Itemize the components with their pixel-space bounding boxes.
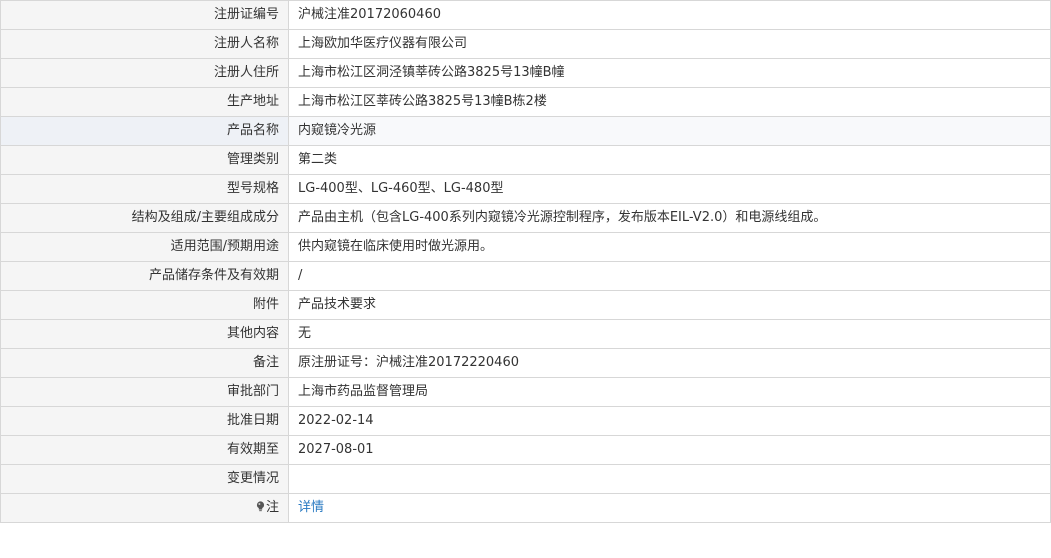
row-value-approval-date: 2022-02-14 (288, 406, 1051, 436)
row-value-registrant-name: 上海欧加华医疗仪器有限公司 (288, 29, 1051, 59)
table-row: 结构及组成/主要组成成分 产品由主机（包含LG-400系列内窥镜冷光源控制程序，… (0, 203, 1051, 233)
table-row: 注册证编号 沪械注准20172060460 (0, 0, 1051, 30)
table-row: 变更情况 (0, 464, 1051, 494)
row-value-valid-until: 2027-08-01 (288, 435, 1051, 465)
note-label: 注 (265, 500, 279, 515)
row-label-management-category: 管理类别 (0, 145, 289, 175)
table-row: 管理类别 第二类 (0, 145, 1051, 175)
row-label-production-address: 生产地址 (0, 87, 289, 117)
row-label-other-content: 其他内容 (0, 319, 289, 349)
table-row: 型号规格 LG-400型、LG-460型、LG-480型 (0, 174, 1051, 204)
row-label-storage-conditions: 产品储存条件及有效期 (0, 261, 289, 291)
table-row: 产品储存条件及有效期 / (0, 261, 1051, 291)
row-value-registrant-address: 上海市松江区洞泾镇莘砖公路3825号13幢B幢 (288, 58, 1051, 88)
row-label-approval-department: 审批部门 (0, 377, 289, 407)
table-row: 适用范围/预期用途 供内窥镜在临床使用时做光源用。 (0, 232, 1051, 262)
registration-detail-table: 注册证编号 沪械注准20172060460 注册人名称 上海欧加华医疗仪器有限公… (0, 0, 1051, 523)
row-value-structure-composition: 产品由主机（包含LG-400系列内窥镜冷光源控制程序，发布版本EIL-V2.0）… (288, 203, 1051, 233)
table-row-note: 注 详情 (0, 493, 1051, 523)
table-row: 注册人住所 上海市松江区洞泾镇莘砖公路3825号13幢B幢 (0, 58, 1051, 88)
row-label-note: 注 (0, 493, 289, 523)
row-label-structure-composition: 结构及组成/主要组成成分 (0, 203, 289, 233)
table-row: 有效期至 2027-08-01 (0, 435, 1051, 465)
row-value-change-history (288, 464, 1051, 494)
row-label-valid-until: 有效期至 (0, 435, 289, 465)
row-value-storage-conditions: / (288, 261, 1051, 291)
row-label-attachment: 附件 (0, 290, 289, 320)
row-value-remarks: 原注册证号：沪械注准20172220460 (288, 348, 1051, 378)
row-label-change-history: 变更情况 (0, 464, 289, 494)
table-row: 审批部门 上海市药品监督管理局 (0, 377, 1051, 407)
row-value-product-name: 内窥镜冷光源 (288, 116, 1051, 146)
row-label-registrant-address: 注册人住所 (0, 58, 289, 88)
row-value-production-address: 上海市松江区莘砖公路3825号13幢B栋2楼 (288, 87, 1051, 117)
table-row: 注册人名称 上海欧加华医疗仪器有限公司 (0, 29, 1051, 59)
table-row: 备注 原注册证号：沪械注准20172220460 (0, 348, 1051, 378)
table-row: 产品名称 内窥镜冷光源 (0, 116, 1051, 146)
row-value-approval-department: 上海市药品监督管理局 (288, 377, 1051, 407)
row-label-intended-use: 适用范围/预期用途 (0, 232, 289, 262)
table-row: 生产地址 上海市松江区莘砖公路3825号13幢B栋2楼 (0, 87, 1051, 117)
row-label-remarks: 备注 (0, 348, 289, 378)
table-row: 附件 产品技术要求 (0, 290, 1051, 320)
row-value-registration-number: 沪械注准20172060460 (288, 0, 1051, 30)
row-value-model-spec: LG-400型、LG-460型、LG-480型 (288, 174, 1051, 204)
row-label-registration-number: 注册证编号 (0, 0, 289, 30)
table-row: 批准日期 2022-02-14 (0, 406, 1051, 436)
row-label-registrant-name: 注册人名称 (0, 29, 289, 59)
row-value-intended-use: 供内窥镜在临床使用时做光源用。 (288, 232, 1051, 262)
row-label-product-name: 产品名称 (0, 116, 289, 146)
details-link[interactable]: 详情 (298, 500, 324, 515)
row-label-approval-date: 批准日期 (0, 406, 289, 436)
row-value-note: 详情 (288, 493, 1051, 523)
row-value-management-category: 第二类 (288, 145, 1051, 175)
table-row: 其他内容 无 (0, 319, 1051, 349)
row-label-model-spec: 型号规格 (0, 174, 289, 204)
row-value-other-content: 无 (288, 319, 1051, 349)
lightbulb-icon (256, 499, 265, 512)
registration-detail-page: 注册证编号 沪械注准20172060460 注册人名称 上海欧加华医疗仪器有限公… (0, 0, 1051, 558)
row-value-attachment: 产品技术要求 (288, 290, 1051, 320)
